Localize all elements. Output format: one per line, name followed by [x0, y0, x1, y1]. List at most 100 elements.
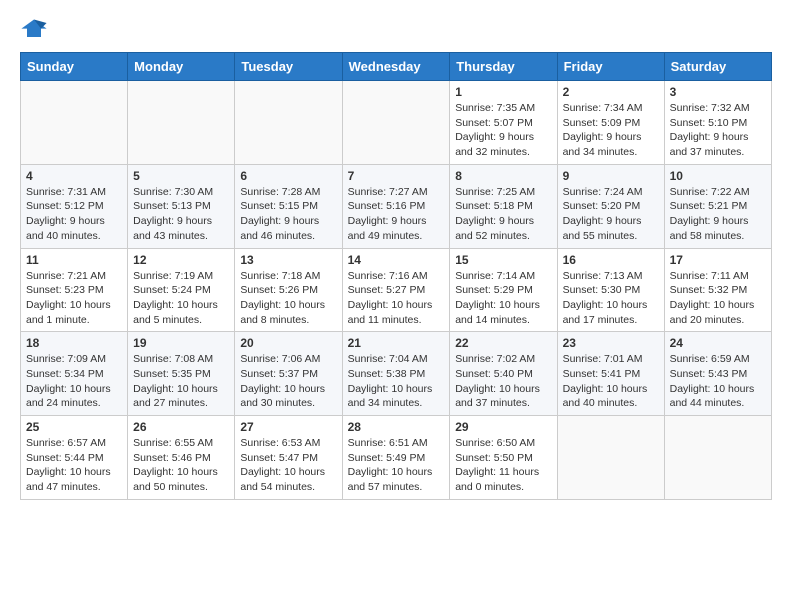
- calendar-cell: 11Sunrise: 7:21 AM Sunset: 5:23 PM Dayli…: [21, 248, 128, 332]
- day-number: 20: [240, 336, 336, 350]
- calendar-cell: [342, 81, 450, 165]
- day-number: 25: [26, 420, 122, 434]
- calendar-cell: 20 Sunrise: 7:06 AM Sunset: 5:37 PM Dayli…: [235, 332, 342, 416]
- calendar-cell: 15 Sunrise: 7:14 AM Sunset: 5:29 PM Dayli…: [450, 248, 557, 332]
- calendar-cell: [128, 81, 235, 165]
- calendar-cell: [21, 81, 128, 165]
- day-info: Sunrise: 7:11 AM Sunset: 5:32 PM Dayligh…: [670, 269, 766, 328]
- day-number: 23: [563, 336, 659, 350]
- day-number: 19: [133, 336, 229, 350]
- calendar-cell: 10 Sunrise: 7:22 AM Sunset: 5:21 PM Dayli…: [664, 164, 771, 248]
- calendar-cell: 18Sunrise: 7:09 AM Sunset: 5:34 PM Dayli…: [21, 332, 128, 416]
- logo: [20, 16, 52, 44]
- day-info: Sunrise: 7:18 AM Sunset: 5:26 PM Dayligh…: [240, 269, 336, 328]
- day-number: 14: [348, 253, 445, 267]
- calendar-cell: 2 Sunrise: 7:34 AM Sunset: 5:09 PM Daylig…: [557, 81, 664, 165]
- calendar-cell: 29 Sunrise: 6:50 AM Sunset: 5:50 PM Dayli…: [450, 416, 557, 500]
- day-number: 27: [240, 420, 336, 434]
- day-number: 2: [563, 85, 659, 99]
- calendar-cell: 26 Sunrise: 6:55 AM Sunset: 5:46 PM Dayli…: [128, 416, 235, 500]
- calendar-header-monday: Monday: [128, 53, 235, 81]
- day-number: 4: [26, 169, 122, 183]
- calendar-table: SundayMondayTuesdayWednesdayThursdayFrid…: [20, 52, 772, 500]
- calendar-cell: 24 Sunrise: 6:59 AM Sunset: 5:43 PM Dayli…: [664, 332, 771, 416]
- day-info: Sunrise: 7:16 AM Sunset: 5:27 PM Dayligh…: [348, 269, 445, 328]
- day-number: 10: [670, 169, 766, 183]
- day-info: Sunrise: 7:14 AM Sunset: 5:29 PM Dayligh…: [455, 269, 551, 328]
- day-info: Sunrise: 6:51 AM Sunset: 5:49 PM Dayligh…: [348, 436, 445, 495]
- day-number: 1: [455, 85, 551, 99]
- day-info: Sunrise: 7:34 AM Sunset: 5:09 PM Dayligh…: [563, 101, 659, 160]
- day-info: Sunrise: 7:08 AM Sunset: 5:35 PM Dayligh…: [133, 352, 229, 411]
- calendar-cell: 12Sunrise: 7:19 AM Sunset: 5:24 PM Dayli…: [128, 248, 235, 332]
- day-info: Sunrise: 7:31 AM Sunset: 5:12 PM Dayligh…: [26, 185, 122, 244]
- calendar-cell: 16 Sunrise: 7:13 AM Sunset: 5:30 PM Dayli…: [557, 248, 664, 332]
- day-info: Sunrise: 7:35 AM Sunset: 5:07 PM Dayligh…: [455, 101, 551, 160]
- calendar-cell: 1 Sunrise: 7:35 AM Sunset: 5:07 PM Daylig…: [450, 81, 557, 165]
- day-info: Sunrise: 7:04 AM Sunset: 5:38 PM Dayligh…: [348, 352, 445, 411]
- calendar-cell: 6 Sunrise: 7:28 AM Sunset: 5:15 PM Daylig…: [235, 164, 342, 248]
- calendar-cell: [557, 416, 664, 500]
- calendar-cell: 21Sunrise: 7:04 AM Sunset: 5:38 PM Dayli…: [342, 332, 450, 416]
- calendar-cell: 13 Sunrise: 7:18 AM Sunset: 5:26 PM Dayli…: [235, 248, 342, 332]
- calendar-cell: [235, 81, 342, 165]
- calendar-cell: 8 Sunrise: 7:25 AM Sunset: 5:18 PM Daylig…: [450, 164, 557, 248]
- calendar-header-thursday: Thursday: [450, 53, 557, 81]
- day-info: Sunrise: 7:19 AM Sunset: 5:24 PM Dayligh…: [133, 269, 229, 328]
- day-info: Sunrise: 6:57 AM Sunset: 5:44 PM Dayligh…: [26, 436, 122, 495]
- day-number: 9: [563, 169, 659, 183]
- calendar-header-friday: Friday: [557, 53, 664, 81]
- day-number: 15: [455, 253, 551, 267]
- calendar-header-sunday: Sunday: [21, 53, 128, 81]
- day-info: Sunrise: 7:32 AM Sunset: 5:10 PM Dayligh…: [670, 101, 766, 160]
- day-number: 29: [455, 420, 551, 434]
- day-info: Sunrise: 7:22 AM Sunset: 5:21 PM Dayligh…: [670, 185, 766, 244]
- day-number: 24: [670, 336, 766, 350]
- day-info: Sunrise: 7:01 AM Sunset: 5:41 PM Dayligh…: [563, 352, 659, 411]
- day-info: Sunrise: 6:59 AM Sunset: 5:43 PM Dayligh…: [670, 352, 766, 411]
- day-info: Sunrise: 7:21 AM Sunset: 5:23 PM Dayligh…: [26, 269, 122, 328]
- day-info: Sunrise: 6:53 AM Sunset: 5:47 PM Dayligh…: [240, 436, 336, 495]
- day-number: 5: [133, 169, 229, 183]
- calendar-cell: 9 Sunrise: 7:24 AM Sunset: 5:20 PM Daylig…: [557, 164, 664, 248]
- day-info: Sunrise: 7:13 AM Sunset: 5:30 PM Dayligh…: [563, 269, 659, 328]
- calendar-header-tuesday: Tuesday: [235, 53, 342, 81]
- calendar-cell: 28 Sunrise: 6:51 AM Sunset: 5:49 PM Dayli…: [342, 416, 450, 500]
- page-header: [20, 16, 772, 44]
- day-number: 28: [348, 420, 445, 434]
- calendar-cell: 17 Sunrise: 7:11 AM Sunset: 5:32 PM Dayli…: [664, 248, 771, 332]
- day-info: Sunrise: 7:30 AM Sunset: 5:13 PM Dayligh…: [133, 185, 229, 244]
- day-number: 16: [563, 253, 659, 267]
- calendar-cell: 19 Sunrise: 7:08 AM Sunset: 5:35 PM Dayli…: [128, 332, 235, 416]
- calendar-cell: 7Sunrise: 7:27 AM Sunset: 5:16 PM Daylig…: [342, 164, 450, 248]
- calendar-row-4: 25 Sunrise: 6:57 AM Sunset: 5:44 PM Dayli…: [21, 416, 772, 500]
- calendar-cell: [664, 416, 771, 500]
- day-number: 17: [670, 253, 766, 267]
- day-info: Sunrise: 7:27 AM Sunset: 5:16 PM Dayligh…: [348, 185, 445, 244]
- day-info: Sunrise: 7:24 AM Sunset: 5:20 PM Dayligh…: [563, 185, 659, 244]
- calendar-cell: 5 Sunrise: 7:30 AM Sunset: 5:13 PM Daylig…: [128, 164, 235, 248]
- day-info: Sunrise: 6:50 AM Sunset: 5:50 PM Dayligh…: [455, 436, 551, 495]
- day-number: 3: [670, 85, 766, 99]
- calendar-cell: 25 Sunrise: 6:57 AM Sunset: 5:44 PM Dayli…: [21, 416, 128, 500]
- day-info: Sunrise: 7:02 AM Sunset: 5:40 PM Dayligh…: [455, 352, 551, 411]
- day-number: 26: [133, 420, 229, 434]
- day-number: 13: [240, 253, 336, 267]
- calendar-cell: 22 Sunrise: 7:02 AM Sunset: 5:40 PM Dayli…: [450, 332, 557, 416]
- calendar-row-3: 18Sunrise: 7:09 AM Sunset: 5:34 PM Dayli…: [21, 332, 772, 416]
- calendar-header-saturday: Saturday: [664, 53, 771, 81]
- calendar-row-2: 11Sunrise: 7:21 AM Sunset: 5:23 PM Dayli…: [21, 248, 772, 332]
- day-number: 8: [455, 169, 551, 183]
- calendar-cell: 23 Sunrise: 7:01 AM Sunset: 5:41 PM Dayli…: [557, 332, 664, 416]
- day-info: Sunrise: 7:28 AM Sunset: 5:15 PM Dayligh…: [240, 185, 336, 244]
- calendar-row-1: 4 Sunrise: 7:31 AM Sunset: 5:12 PM Daylig…: [21, 164, 772, 248]
- calendar-cell: 4 Sunrise: 7:31 AM Sunset: 5:12 PM Daylig…: [21, 164, 128, 248]
- day-info: Sunrise: 7:09 AM Sunset: 5:34 PM Dayligh…: [26, 352, 122, 411]
- calendar-cell: 14 Sunrise: 7:16 AM Sunset: 5:27 PM Dayli…: [342, 248, 450, 332]
- calendar-cell: 3 Sunrise: 7:32 AM Sunset: 5:10 PM Daylig…: [664, 81, 771, 165]
- day-info: Sunrise: 6:55 AM Sunset: 5:46 PM Dayligh…: [133, 436, 229, 495]
- day-number: 22: [455, 336, 551, 350]
- day-info: Sunrise: 7:25 AM Sunset: 5:18 PM Dayligh…: [455, 185, 551, 244]
- day-info: Sunrise: 7:06 AM Sunset: 5:37 PM Dayligh…: [240, 352, 336, 411]
- day-number: 6: [240, 169, 336, 183]
